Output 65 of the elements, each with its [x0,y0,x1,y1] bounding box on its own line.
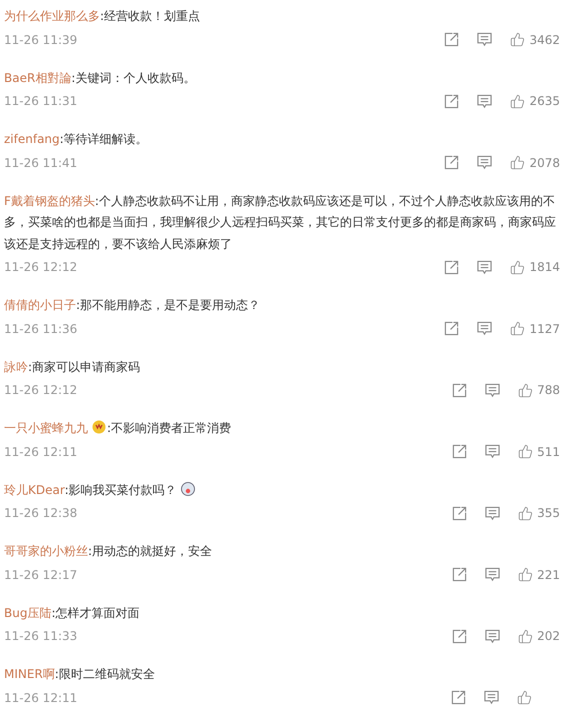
like-count: 3462 [529,32,560,46]
comment-icon[interactable] [485,444,500,459]
comment-icon[interactable] [485,567,500,582]
comment-time: 11-26 12:12 [4,260,78,274]
comment-icon[interactable] [477,94,492,108]
share-icon[interactable] [452,506,468,520]
share-icon[interactable] [444,321,460,336]
comment-icon[interactable] [485,382,500,398]
comment-icon[interactable] [485,628,500,644]
comment-text: BaeR相對論:关键词：个人收款码。 [4,70,196,86]
comment-text: zifenfang:等待详细解读。 [4,131,149,148]
share-icon[interactable] [451,690,466,705]
comment-text: Bug压陆:怎样才算面对面 [4,604,141,622]
comment-icon[interactable] [484,690,499,705]
comment-time: 11-26 12:17 [4,568,78,582]
comment-time: 11-26 11:33 [4,629,78,643]
comment-text: MINER啊:限时二维码就安全 [4,666,156,683]
like-count: 221 [537,568,560,582]
thumbs-up-icon[interactable] [518,382,534,398]
comment-icon[interactable] [477,260,492,274]
thumbs-up-icon[interactable] [510,155,526,170]
like-count: 2635 [529,94,560,108]
like-count: 202 [537,629,560,643]
like-count: 1814 [529,260,560,274]
thumbs-up-icon[interactable] [518,444,534,459]
comment-text: 一只小蜜蜂九九 :不影响消费者正常消费 [4,419,232,437]
comment-time: 11-26 11:41 [4,156,78,170]
like-count: 355 [537,506,560,520]
thumbs-up-icon[interactable] [510,94,526,108]
comment-time: 11-26 11:31 [4,94,78,108]
comment-text: 倩倩的小日子:那不能用静态，是不是要用动态？ [4,297,262,314]
share-icon[interactable] [452,382,468,398]
like-count: 788 [537,383,560,397]
comment-text: 为什么作业那么多:经营收款！划重点 [4,8,202,25]
thumbs-up-icon[interactable] [510,321,526,336]
comment-time: 11-26 12:12 [4,383,78,397]
like-count: 1127 [529,322,560,336]
comment-icon[interactable] [477,321,492,336]
like-count: 511 [537,444,560,458]
comment-icon[interactable] [485,506,500,520]
like-count: 2078 [529,156,560,170]
comment-time: 11-26 11:36 [4,322,78,336]
comment-text: 詠吟:商家可以申请商家码 [4,358,142,376]
share-icon[interactable] [444,155,460,170]
thumbs-up-icon[interactable] [510,32,526,47]
comment-icon[interactable] [477,155,492,170]
comment-time: 11-26 11:39 [4,32,78,46]
share-icon[interactable] [444,32,460,47]
thumbs-up-icon[interactable] [518,506,534,520]
share-icon[interactable] [452,567,468,582]
comment-time: 11-26 12:11 [4,690,78,704]
comment-text: F戴着钢盔的猪头:个人静态收款码不让用，商家静态收款码应该还是可以，不过个人静态收款应该用的不多，买菜啥的也都是当面扫，我理解很少人远程扫码买菜，其它的日常支付更多的都是商家码，商家码应该还是支持远程的，要不该给人民添麻烦了 [4,192,557,252]
share-icon[interactable] [452,444,468,459]
comment-time: 11-26 12:11 [4,444,78,458]
thumbs-up-icon[interactable] [510,260,526,274]
thumbs-up-icon[interactable] [518,628,534,644]
thumbs-up-icon[interactable] [517,690,532,705]
share-icon[interactable] [444,94,460,108]
comment-time: 11-26 12:38 [4,506,78,520]
comment-text: 玲儿KDear:影响我买菜付款吗？ [4,480,560,501]
comment-icon[interactable] [477,32,492,47]
comment-text: 哥哥家的小粉丝:用动态的就挺好，安全 [4,543,214,560]
share-icon[interactable] [452,628,468,644]
thumbs-up-icon[interactable] [518,567,534,582]
share-icon[interactable] [444,260,460,274]
